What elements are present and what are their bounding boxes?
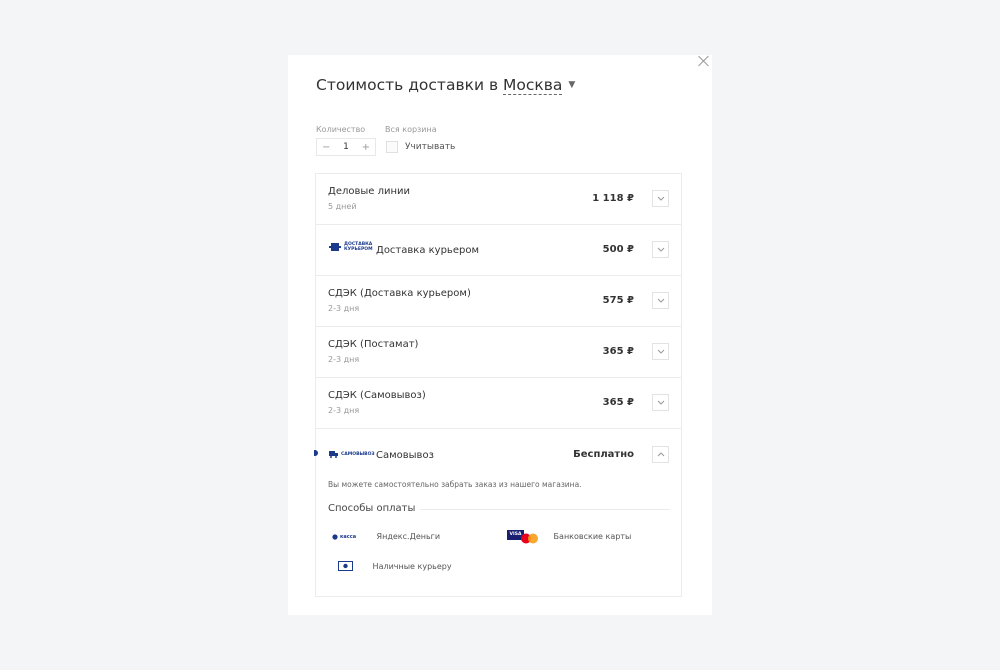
decrement-button[interactable]: − — [322, 142, 330, 153]
caret-down-icon[interactable]: ▼ — [568, 80, 575, 90]
option-name: Доставка курьером — [376, 245, 479, 256]
payment-label: Наличные курьеру — [372, 561, 452, 571]
delivery-options-list: Деловые линии 5 дней 1 118 ₽ ДОСТАВКА КУ… — [314, 173, 682, 597]
delivery-option-cdek-pickup[interactable]: СДЭК (Самовывоз) 2-3 дня 365 ₽ — [316, 378, 681, 429]
expand-button[interactable] — [652, 190, 669, 207]
delivery-option-dellin[interactable]: Деловые линии 5 дней 1 118 ₽ — [316, 174, 681, 225]
option-name: СДЭК (Доставка курьером) — [328, 288, 471, 299]
yoomoney-icon: касса — [332, 534, 362, 540]
chevron-down-icon — [657, 400, 664, 405]
delivery-option-courier[interactable]: ДОСТАВКА КУРЬЕРОМ Доставка курьером 500 … — [316, 225, 681, 276]
city-selector[interactable]: Москва — [503, 76, 563, 95]
payment-label: Банковские карты — [553, 532, 632, 541]
expand-button[interactable] — [652, 394, 669, 411]
truck-icon — [329, 451, 338, 458]
payment-yoomoney: касса Яндекс.Деньги — [332, 532, 440, 541]
yoomoney-logo-text: касса — [340, 533, 357, 540]
delivery-option-cdek-courier[interactable]: СДЭК (Доставка курьером) 2-3 дня 575 ₽ — [316, 276, 681, 327]
delivery-cost-modal: Стоимость доставки в Москва ▼ Количество … — [288, 55, 712, 615]
self-pickup-header[interactable]: САМОВЫВОЗ Самовывоз Бесплатно — [316, 430, 681, 481]
close-icon[interactable] — [697, 54, 711, 68]
option-price: 575 ₽ — [602, 295, 634, 306]
cart-checkbox-label[interactable]: Учитывать — [405, 142, 455, 152]
expand-button[interactable] — [652, 343, 669, 360]
option-price: 365 ₽ — [602, 397, 634, 408]
delivery-option-cdek-postamat[interactable]: СДЭК (Постамат) 2-3 дня 365 ₽ — [316, 327, 681, 378]
payment-bank-cards: VISA Банковские карты — [507, 529, 631, 544]
courier-logo-line2: КУРЬЕРОМ — [344, 247, 373, 252]
chevron-down-icon — [657, 247, 664, 252]
option-name: Деловые линии — [328, 186, 411, 197]
courier-box-icon — [329, 243, 341, 251]
payment-methods-title: Способы оплаты — [328, 503, 416, 514]
cart-checkbox[interactable] — [386, 141, 398, 153]
bank-cards-icon: VISA — [507, 529, 540, 544]
option-name: СДЭК (Самовывоз) — [328, 390, 426, 401]
quantity-label: Количество — [316, 125, 366, 134]
payment-label: Яндекс.Деньги — [376, 532, 441, 541]
chevron-down-icon — [657, 298, 664, 303]
expand-button[interactable] — [652, 292, 669, 309]
chevron-down-icon — [657, 196, 664, 201]
option-price: 1 118 ₽ — [592, 193, 634, 204]
pickup-description: Вы можете самостоятельно забрать заказ и… — [328, 480, 582, 489]
option-price: 365 ₽ — [602, 346, 634, 357]
option-duration: 2-3 дня — [328, 355, 360, 364]
payment-cash: Наличные курьеру — [338, 561, 452, 571]
option-price: Бесплатно — [573, 449, 634, 460]
cash-icon — [338, 561, 353, 571]
increment-button[interactable]: + — [362, 142, 370, 153]
title-text: Стоимость доставки в — [316, 76, 499, 94]
delivery-option-self-pickup: САМОВЫВОЗ Самовывоз Бесплатно Вы можете … — [314, 430, 681, 596]
modal-title: Стоимость доставки в Москва ▼ — [316, 76, 575, 95]
courier-logo: ДОСТАВКА КУРЬЕРОМ — [329, 242, 373, 252]
option-price: 500 ₽ — [602, 244, 634, 255]
quantity-stepper[interactable]: − 1 + — [316, 138, 376, 156]
chevron-up-icon — [657, 452, 664, 457]
option-duration: 2-3 дня — [328, 406, 360, 415]
chevron-down-icon — [657, 349, 664, 354]
expand-button[interactable] — [652, 241, 669, 258]
option-name: Самовывоз — [376, 450, 434, 461]
divider — [420, 509, 670, 510]
collapse-button[interactable] — [652, 446, 669, 463]
quantity-value[interactable]: 1 — [343, 142, 349, 152]
self-pickup-logo-text: САМОВЫВОЗ — [341, 451, 375, 457]
option-name: СДЭК (Постамат) — [328, 339, 419, 350]
self-pickup-logo: САМОВЫВОЗ — [329, 450, 375, 458]
option-duration: 5 дней — [328, 202, 357, 211]
option-duration: 2-3 дня — [328, 304, 360, 313]
cart-label: Вся корзина — [385, 125, 437, 134]
